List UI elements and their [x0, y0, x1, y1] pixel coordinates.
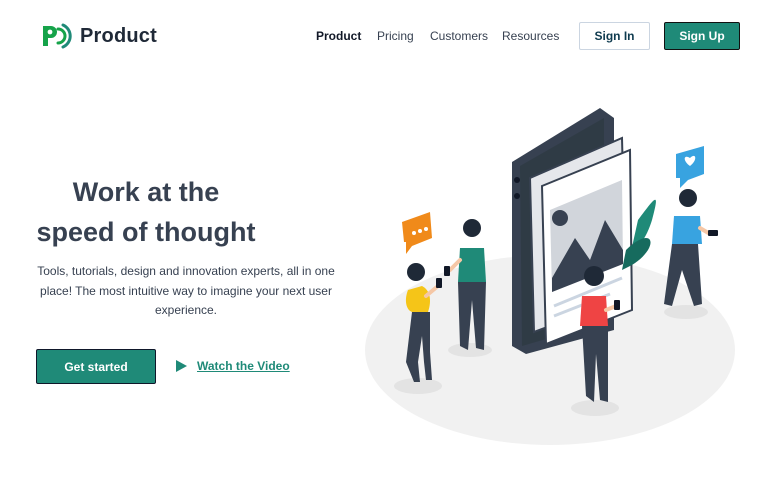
signal-p-logo-icon [43, 23, 72, 49]
chat-bubble-icon [402, 212, 432, 254]
nav-link-pricing[interactable]: Pricing [377, 29, 414, 43]
play-icon [176, 360, 187, 372]
logo[interactable]: Product [40, 22, 157, 50]
hero-title-line-1: Work at the [72, 177, 220, 207]
watch-video-link[interactable]: Watch the Video [176, 359, 290, 373]
brand-name: Product [80, 24, 157, 47]
hero-title-line-2: speed of thought [36, 217, 256, 247]
people-with-phones-social-media-illustration [365, 108, 735, 445]
watch-video-label: Watch the Video [197, 359, 290, 373]
heart-bubble-icon [676, 146, 704, 188]
sign-in-button[interactable]: Sign In [579, 22, 650, 50]
nav-link-resources[interactable]: Resources [502, 29, 559, 43]
sign-up-button[interactable]: Sign Up [664, 22, 740, 50]
hero-description: Tools, tutorials, design and innovation … [37, 264, 335, 317]
phone-illustration [512, 108, 634, 354]
hero-title: Work at the speed of thought [0, 172, 292, 252]
navbar: Product Product Pricing Customers Resour… [0, 0, 768, 72]
person-blue-shirt [664, 189, 718, 306]
nav-link-product[interactable]: Product [316, 29, 361, 43]
nav-link-customers[interactable]: Customers [430, 29, 488, 43]
get-started-button[interactable]: Get started [36, 349, 156, 384]
